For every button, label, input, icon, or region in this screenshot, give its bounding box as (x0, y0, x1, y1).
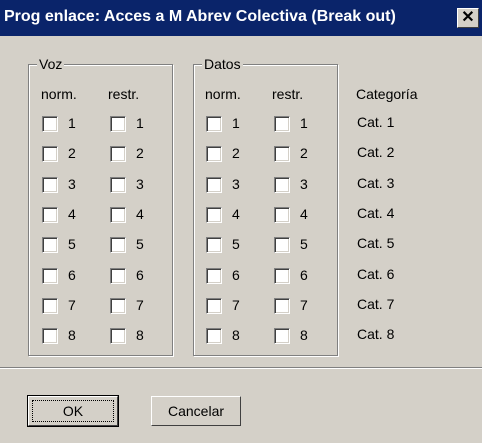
datos-norm-checkbox-6[interactable] (206, 268, 222, 284)
voz-group-label: Voz (37, 56, 65, 72)
voz-norm-checkbox-4[interactable] (42, 207, 58, 223)
voz-restr-header: restr. (108, 86, 140, 102)
datos-norm-checkbox-4[interactable] (206, 207, 222, 223)
voz-norm-label-7: 7 (68, 297, 76, 313)
datos-norm-label-6: 6 (232, 267, 240, 283)
voz-restr-label-6: 6 (136, 267, 144, 283)
datos-restr-label-5: 5 (300, 236, 308, 252)
dialog-window: Prog enlace: Acces a M Abrev Colectiva (… (0, 0, 482, 443)
close-icon: ✕ (461, 9, 475, 26)
voz-restr-label-5: 5 (136, 236, 144, 252)
voz-norm-checkbox-2[interactable] (42, 146, 58, 162)
datos-norm-checkbox-8[interactable] (206, 328, 222, 344)
datos-norm-checkbox-3[interactable] (206, 177, 222, 193)
datos-norm-checkbox-5[interactable] (206, 237, 222, 253)
category-label-7: Cat. 7 (357, 296, 395, 312)
datos-restr-checkbox-1[interactable] (274, 116, 290, 132)
voz-norm-checkbox-1[interactable] (42, 116, 58, 132)
datos-restr-label-8: 8 (300, 327, 308, 343)
voz-restr-checkbox-1[interactable] (110, 116, 126, 132)
title-bar[interactable]: Prog enlace: Acces a M Abrev Colectiva (… (0, 0, 482, 36)
datos-restr-label-1: 1 (300, 115, 308, 131)
datos-restr-label-2: 2 (300, 145, 308, 161)
datos-norm-label-8: 8 (232, 327, 240, 343)
datos-restr-header: restr. (272, 86, 304, 102)
voz-restr-label-1: 1 (136, 115, 144, 131)
datos-norm-label-3: 3 (232, 176, 240, 192)
voz-norm-header: norm. (41, 86, 77, 102)
voz-norm-label-8: 8 (68, 327, 76, 343)
category-label-1: Cat. 1 (357, 114, 395, 130)
datos-restr-checkbox-7[interactable] (274, 298, 290, 314)
datos-norm-label-4: 4 (232, 206, 240, 222)
voz-restr-checkbox-3[interactable] (110, 177, 126, 193)
datos-norm-header: norm. (205, 86, 241, 102)
voz-restr-checkbox-7[interactable] (110, 298, 126, 314)
cancel-button-label: Cancelar (167, 403, 225, 419)
datos-group-label: Datos (202, 56, 243, 72)
datos-restr-label-7: 7 (300, 297, 308, 313)
cancel-button[interactable]: Cancelar (151, 396, 241, 426)
datos-restr-checkbox-4[interactable] (274, 207, 290, 223)
category-label-5: Cat. 5 (357, 235, 395, 251)
voz-restr-label-8: 8 (136, 327, 144, 343)
voz-restr-checkbox-6[interactable] (110, 268, 126, 284)
datos-restr-label-4: 4 (300, 206, 308, 222)
category-header: Categoría (356, 86, 418, 102)
datos-restr-checkbox-6[interactable] (274, 268, 290, 284)
voz-restr-checkbox-8[interactable] (110, 328, 126, 344)
voz-norm-checkbox-5[interactable] (42, 237, 58, 253)
voz-norm-label-1: 1 (68, 115, 76, 131)
datos-norm-label-5: 5 (232, 236, 240, 252)
voz-norm-label-5: 5 (68, 236, 76, 252)
datos-norm-label-1: 1 (232, 115, 240, 131)
focus-rect (32, 400, 114, 422)
datos-restr-checkbox-5[interactable] (274, 237, 290, 253)
datos-restr-checkbox-8[interactable] (274, 328, 290, 344)
category-label-8: Cat. 8 (357, 326, 395, 342)
voz-restr-checkbox-5[interactable] (110, 237, 126, 253)
datos-restr-label-3: 3 (300, 176, 308, 192)
datos-restr-checkbox-3[interactable] (274, 177, 290, 193)
datos-norm-label-7: 7 (232, 297, 240, 313)
datos-norm-checkbox-2[interactable] (206, 146, 222, 162)
datos-restr-checkbox-2[interactable] (274, 146, 290, 162)
voz-norm-label-6: 6 (68, 267, 76, 283)
voz-restr-label-2: 2 (136, 145, 144, 161)
datos-norm-checkbox-1[interactable] (206, 116, 222, 132)
datos-norm-label-2: 2 (232, 145, 240, 161)
voz-norm-checkbox-3[interactable] (42, 177, 58, 193)
category-label-6: Cat. 6 (357, 266, 395, 282)
voz-restr-checkbox-2[interactable] (110, 146, 126, 162)
voz-restr-label-4: 4 (136, 206, 144, 222)
separator (0, 367, 482, 369)
ok-button[interactable]: OK (27, 395, 119, 427)
voz-restr-label-7: 7 (136, 297, 144, 313)
voz-norm-label-2: 2 (68, 145, 76, 161)
voz-norm-checkbox-8[interactable] (42, 328, 58, 344)
datos-restr-label-6: 6 (300, 267, 308, 283)
category-label-4: Cat. 4 (357, 205, 395, 221)
close-button[interactable]: ✕ (457, 8, 479, 28)
category-label-3: Cat. 3 (357, 175, 395, 191)
category-label-2: Cat. 2 (357, 144, 395, 160)
voz-norm-label-4: 4 (68, 206, 76, 222)
voz-restr-checkbox-4[interactable] (110, 207, 126, 223)
voz-norm-label-3: 3 (68, 176, 76, 192)
voz-restr-label-3: 3 (136, 176, 144, 192)
datos-norm-checkbox-7[interactable] (206, 298, 222, 314)
voz-norm-checkbox-7[interactable] (42, 298, 58, 314)
voz-norm-checkbox-6[interactable] (42, 268, 58, 284)
window-title: Prog enlace: Acces a M Abrev Colectiva (… (4, 8, 396, 25)
